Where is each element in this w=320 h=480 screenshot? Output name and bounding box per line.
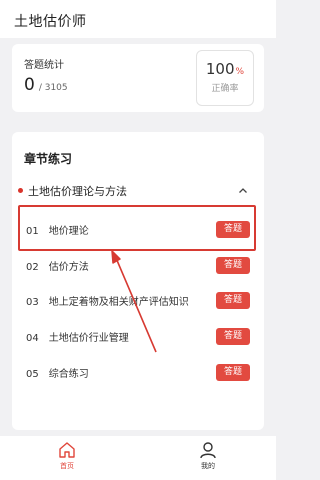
accuracy-unit: % <box>235 67 245 77</box>
accuracy-value: 100% <box>197 60 253 78</box>
lesson-row[interactable]: 03 地上定着物及相关财产评估知识 答题 <box>18 285 254 315</box>
stats-label: 答题统计 <box>24 60 64 71</box>
nav-mine[interactable]: 我的 <box>178 440 238 478</box>
lesson-label: 03 地上定着物及相关财产评估知识 <box>26 297 189 308</box>
accuracy-label: 正确率 <box>211 84 239 94</box>
lesson-label: 04 土地估价行业管理 <box>26 333 129 344</box>
stats-card: 答题统计 0/ 3105 100% 正确率 <box>12 44 264 112</box>
section-title: 章节练习 <box>24 152 73 166</box>
answer-button[interactable]: 答题 <box>216 257 250 274</box>
lesson-row[interactable]: 04 土地估价行业管理 答题 <box>18 321 254 351</box>
lesson-label: 05 综合练习 <box>26 369 89 380</box>
user-icon <box>200 442 216 459</box>
answer-button[interactable]: 答题 <box>216 292 250 309</box>
bottom-nav: 首页 我的 <box>0 436 276 480</box>
home-icon <box>59 442 75 458</box>
nav-home-label: 首页 <box>60 462 74 470</box>
highlight-annotation-box <box>18 205 256 251</box>
lesson-label: 02 估价方法 <box>26 262 89 273</box>
group-dot <box>18 188 23 193</box>
nav-home[interactable]: 首页 <box>37 440 97 478</box>
answer-button[interactable]: 答题 <box>216 328 250 345</box>
answer-button[interactable]: 答题 <box>216 364 250 381</box>
chevron-up-icon[interactable] <box>236 183 250 197</box>
app-header: 土地估价师 <box>0 0 276 38</box>
lesson-row[interactable]: 02 估价方法 答题 <box>18 250 254 280</box>
accuracy-number: 100 <box>205 60 235 78</box>
accuracy-box: 100% 正确率 <box>196 50 254 106</box>
app-title: 土地估价师 <box>14 14 87 30</box>
answered-value: 0 <box>24 75 35 95</box>
chapter-practice-card: 章节练习 土地估价理论与方法 01 地价理论 答题 02 估价方法 答题 03 … <box>12 132 264 430</box>
group-title: 土地估价理论与方法 <box>28 185 127 198</box>
total-count: / 3105 <box>38 83 68 93</box>
lesson-row[interactable]: 05 综合练习 答题 <box>18 357 254 387</box>
chapter-group-header[interactable]: 土地估价理论与方法 <box>18 180 258 202</box>
nav-mine-label: 我的 <box>201 462 215 470</box>
answered-count: 0/ 3105 <box>24 75 68 95</box>
